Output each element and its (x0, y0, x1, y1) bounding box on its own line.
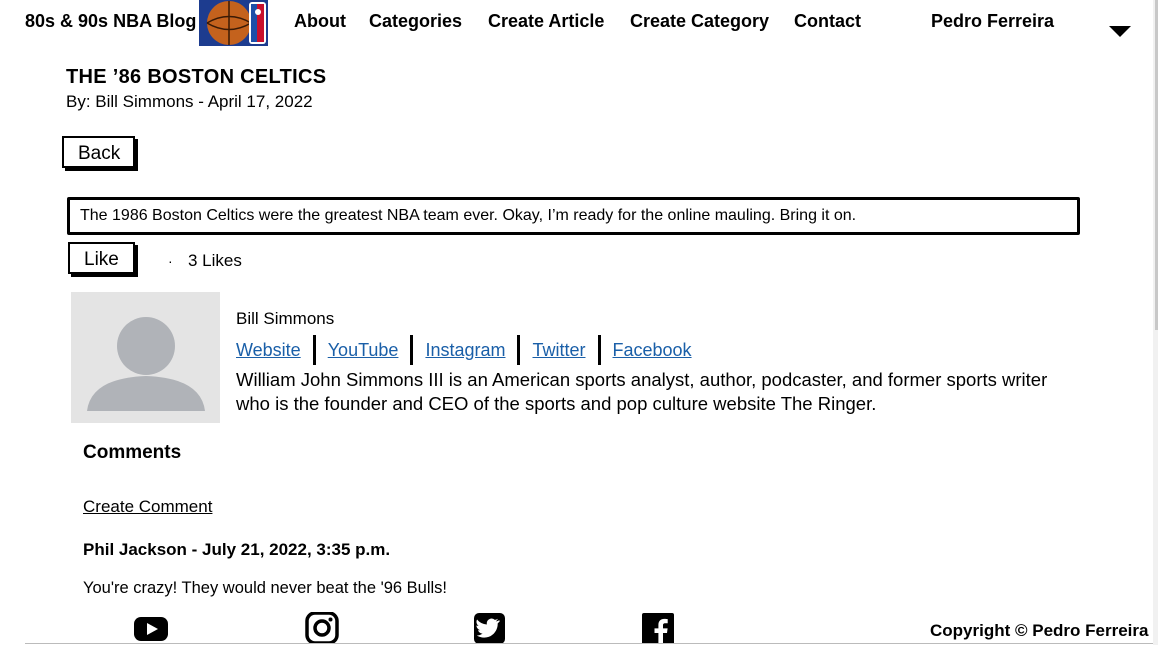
back-button[interactable]: Back (62, 136, 135, 168)
nav-contact-link[interactable]: Contact (794, 11, 861, 32)
article-content: The 1986 Boston Celtics were the greates… (67, 197, 1080, 235)
author-bio: William John Simmons III is an American … (236, 369, 1048, 414)
author-links: Website YouTube Instagram Twitter Facebo… (236, 335, 692, 365)
article-byline: By: Bill Simmons - April 17, 2022 (66, 92, 313, 111)
article-title: THE ’86 BOSTON CELTICS (66, 66, 327, 88)
nav-create-category-link[interactable]: Create Category (630, 11, 769, 32)
instagram-icon[interactable] (304, 611, 340, 645)
facebook-icon[interactable] (640, 612, 676, 645)
nba-logo[interactable] (199, 0, 268, 46)
footer-divider (25, 643, 1153, 644)
link-divider (517, 335, 521, 365)
likes-separator-dot: · (168, 253, 173, 269)
top-navbar: 80s & 90s NBA Blog About Categories Crea… (0, 0, 1158, 46)
twitter-icon[interactable] (472, 612, 508, 644)
nav-categories-link[interactable]: Categories (369, 11, 462, 32)
author-youtube-link[interactable]: YouTube (328, 340, 399, 361)
likes-count: 3 Likes (188, 251, 242, 270)
comment-text: You're crazy! They would never beat the … (83, 579, 448, 597)
copyright-text: Copyright © Pedro Ferreira (930, 621, 1149, 640)
author-instagram-link[interactable]: Instagram (425, 340, 505, 361)
user-name[interactable]: Pedro Ferreira (931, 11, 1054, 32)
like-button[interactable]: Like (68, 242, 135, 274)
link-divider (597, 335, 601, 365)
user-dropdown-chevron-down-icon[interactable] (1109, 26, 1131, 37)
author-avatar (71, 292, 220, 423)
author-facebook-link[interactable]: Facebook (613, 340, 692, 361)
comments-heading: Comments (83, 442, 182, 463)
nav-create-article-link[interactable]: Create Article (488, 11, 604, 32)
youtube-icon[interactable] (133, 612, 169, 644)
site-brand[interactable]: 80s & 90s NBA Blog (25, 11, 196, 32)
link-divider (312, 335, 316, 365)
comment-author-date: Phil Jackson - July 21, 2022, 3:35 p.m. (83, 540, 391, 559)
link-divider (410, 335, 414, 365)
back-button-label: Back (78, 143, 121, 164)
author-website-link[interactable]: Website (236, 340, 301, 361)
author-twitter-link[interactable]: Twitter (532, 340, 585, 361)
create-comment-link[interactable]: Create Comment (83, 497, 212, 517)
like-button-label: Like (84, 249, 119, 270)
author-name: Bill Simmons (236, 309, 335, 328)
nav-about-link[interactable]: About (294, 11, 346, 32)
